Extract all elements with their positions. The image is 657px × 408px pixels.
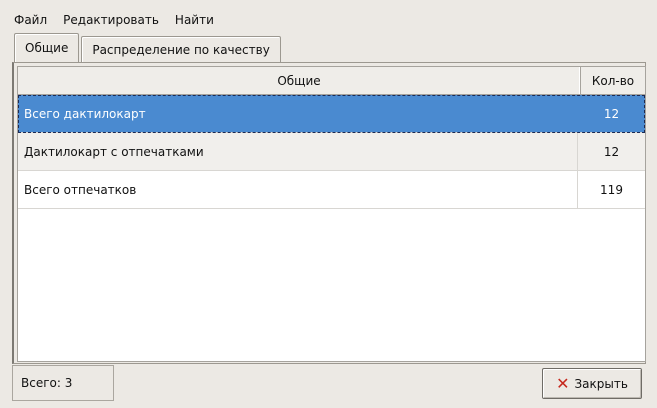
row-count: 12 — [603, 144, 620, 159]
tab-general[interactable]: Общие — [14, 33, 80, 62]
close-button[interactable]: ✕ Закрыть — [542, 368, 642, 399]
column-header-count[interactable]: Кол-во — [581, 67, 645, 94]
row-count: 12 — [603, 106, 620, 121]
menu-file[interactable]: Файл — [14, 13, 47, 27]
row-label: Всего дактилокарт — [18, 95, 578, 132]
row-label: Дактилокарт с отпечатками — [18, 133, 578, 170]
stats-table: Общие Кол-во Всего дактилокарт 12 Дактил… — [17, 66, 646, 362]
menu-edit[interactable]: Редактировать — [63, 13, 159, 27]
table-row[interactable]: Всего дактилокарт 12 — [18, 95, 645, 133]
menu-bar: Файл Редактировать Найти — [14, 10, 230, 30]
column-header-general[interactable]: Общие — [18, 67, 581, 94]
status-total: Всего: 3 — [12, 365, 114, 401]
close-button-label: Закрыть — [574, 376, 628, 391]
table-row[interactable]: Всего отпечатков 119 — [18, 171, 645, 209]
status-bar: Всего: 3 ✕ Закрыть — [12, 365, 645, 403]
table-row[interactable]: Дактилокарт с отпечатками 12 — [18, 133, 645, 171]
close-icon: ✕ — [556, 373, 570, 393]
menu-find[interactable]: Найти — [175, 13, 214, 27]
row-label: Всего отпечатков — [18, 171, 578, 208]
table-header: Общие Кол-во — [18, 67, 645, 95]
tab-bar: Общие Распределение по качеству — [14, 33, 283, 62]
tab-panel: Общие Кол-во Всего дактилокарт 12 Дактил… — [12, 62, 646, 364]
row-count: 119 — [600, 182, 623, 197]
tab-quality-distribution[interactable]: Распределение по качеству — [81, 36, 281, 62]
